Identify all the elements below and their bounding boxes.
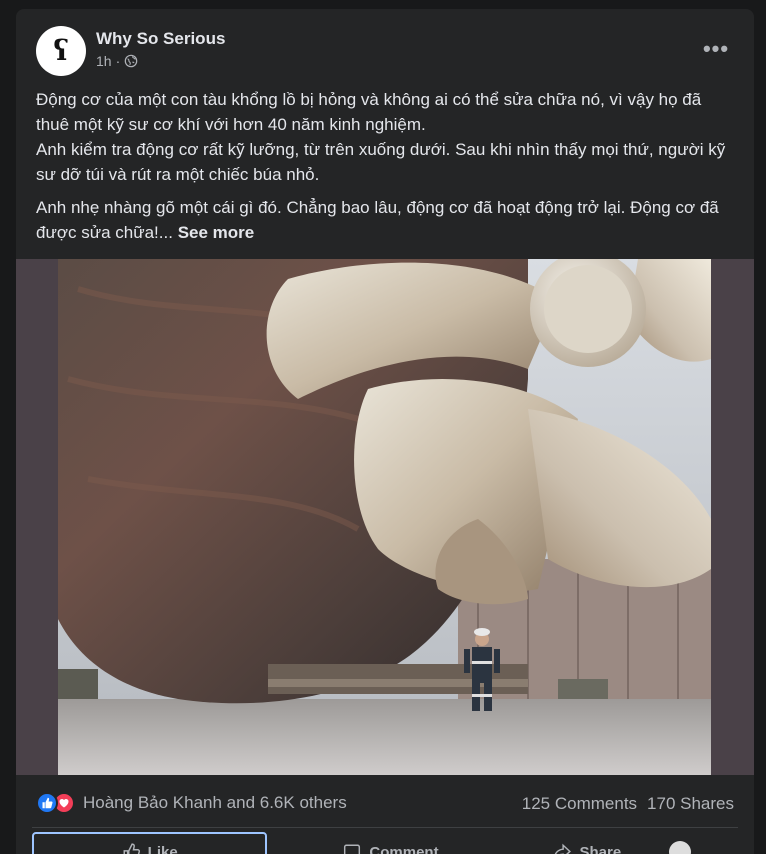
see-more-link[interactable]: See more [178,223,255,242]
ship-propeller-image [58,259,711,775]
engagement-counts: 125 Comments 170 Shares [522,794,734,814]
more-options-icon: ••• [702,36,730,61]
post-photo[interactable] [58,259,711,775]
post-actions: Like Comment Share [32,832,738,854]
comment-icon [344,844,361,854]
post-body: Động cơ của một con tàu khổng lồ bị hỏng… [36,87,736,253]
post-paragraph: Anh kiểm tra động cơ rất kỹ lưỡng, từ tr… [36,140,726,184]
post-media[interactable] [16,259,754,775]
post-card: ʕ Why So Serious 1h · ••• Động cơ của mộ… [16,9,754,854]
share-button-label: Share [579,843,622,854]
share-button[interactable]: Share [507,832,738,854]
like-reaction-icon [36,792,58,814]
post-paragraph-text: Anh nhẹ nhàng gõ một cái gì đó. Chẳng ba… [36,198,719,242]
thumbs-up-icon [123,843,140,854]
actions-divider [32,827,738,828]
shares-count[interactable]: 170 Shares [647,794,734,814]
reactions-summary[interactable]: Hoàng Bảo Khanh and 6.6K others [36,792,347,814]
like-button[interactable]: Like [32,832,268,854]
page-name-link[interactable]: Why So Serious [96,29,225,49]
page-avatar[interactable]: ʕ [36,26,86,76]
more-options-button[interactable]: ••• [698,34,734,64]
post-timestamp[interactable]: 1h [96,53,112,69]
post-meta: 1h · [96,53,138,69]
reactions-count-text[interactable]: Hoàng Bảo Khanh and 6.6K others [83,793,347,813]
avatar-logo-icon: ʕ [53,34,69,67]
comment-button-label: Comment [369,843,439,854]
post-stats: Hoàng Bảo Khanh and 6.6K others 125 Comm… [36,789,734,819]
comments-count[interactable]: 125 Comments [522,794,637,814]
post-paragraph: Động cơ của một con tàu khổng lồ bị hỏng… [36,90,702,134]
share-icon [555,843,572,854]
post-paragraph-last: Anh nhẹ nhàng gõ một cái gì đó. Chẳng ba… [36,195,736,245]
post-header: ʕ Why So Serious 1h · ••• [36,26,734,78]
like-button-label: Like [147,843,178,854]
globe-icon [124,54,138,68]
meta-separator: · [115,53,121,69]
comment-button[interactable]: Comment [275,832,506,854]
audience-avatar[interactable] [669,841,692,854]
